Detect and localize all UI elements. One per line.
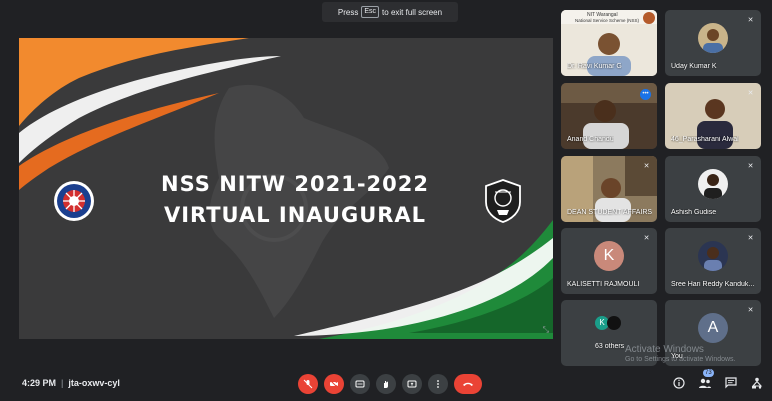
presentation-stage: NSS NITW 2021-2022 VIRTUAL INAUGURAL ⤡ xyxy=(19,38,553,339)
others-avatar-2 xyxy=(607,316,621,330)
muted-mic-icon: ✕ xyxy=(747,17,754,24)
esc-key: Esc xyxy=(361,6,380,18)
activities-icon xyxy=(751,377,763,389)
avatar: A xyxy=(698,312,728,343)
stage-corner-mark: ⤡ xyxy=(542,325,549,334)
camera-off-button[interactable] xyxy=(324,374,344,394)
mic-off-icon xyxy=(303,379,313,389)
participant-name: 63 others xyxy=(595,343,625,350)
meeting-time: 4:29 PM xyxy=(22,378,57,388)
participant-name: KALISETTI RAJMOULI xyxy=(567,281,640,288)
chat-icon xyxy=(725,377,737,389)
avatar xyxy=(698,168,728,199)
tile-header-subtext: National Service Scheme (NSS) xyxy=(575,18,640,23)
present-icon xyxy=(407,380,417,388)
participant-tile-presenter[interactable]: NIT Warangal National Service Scheme (NS… xyxy=(561,10,657,76)
fullscreen-hint: Press Esc to exit full screen xyxy=(322,2,458,22)
participant-name: Sree Hari Reddy Kanduk... xyxy=(671,281,755,288)
slide-title-line2: VIRTUAL INAUGURAL xyxy=(163,203,427,227)
muted-mic-icon: ✕ xyxy=(747,235,754,242)
slide-title: NSS NITW 2021-2022 VIRTUAL INAUGURAL xyxy=(123,170,467,232)
hint-post: to exit full screen xyxy=(382,7,443,17)
hand-icon xyxy=(384,381,388,388)
avatar-initial: K xyxy=(603,246,615,264)
leave-call-button[interactable] xyxy=(454,374,482,394)
participant-tile-uday[interactable]: ✕ Uday Kumar K xyxy=(665,10,761,76)
participant-name: Dr. Ravi Kumar G xyxy=(567,63,622,70)
participant-name: Anand Chandu xyxy=(567,136,614,143)
muted-mic-icon: ✕ xyxy=(747,307,754,314)
bottom-bar: 4:29 PM | jta-oxwv-cyl 73 xyxy=(0,368,772,401)
meeting-info: 4:29 PM | jta-oxwv-cyl xyxy=(22,378,120,388)
avatar xyxy=(698,22,728,53)
participant-name: Uday Kumar K xyxy=(671,63,717,70)
captions-icon xyxy=(355,380,365,388)
avatar: K xyxy=(594,240,624,271)
meeting-code: jta-oxwv-cyl xyxy=(68,378,120,388)
watermark-subtitle: Go to Settings to activate Windows. xyxy=(625,356,736,363)
present-button[interactable] xyxy=(402,374,422,394)
participant-name: DEAN STUDENT AFFAIRS xyxy=(567,209,653,216)
participant-tile-ashish[interactable]: ✕ Ashish Gudise xyxy=(665,156,761,222)
muted-mic-icon: ✕ xyxy=(643,235,650,242)
participant-tile-sreehari[interactable]: ✕ Sree Hari Reddy Kanduk... xyxy=(665,228,761,294)
avatar-initial: A xyxy=(707,318,719,336)
avatar xyxy=(698,240,728,271)
people-button[interactable]: 73 xyxy=(698,369,714,390)
hang-up-icon xyxy=(463,382,473,386)
speaking-icon: ••• xyxy=(640,89,651,100)
muted-mic-icon: ✕ xyxy=(747,90,754,97)
participant-tile-parasharani[interactable]: ✕ 46_Parasharani Alwal xyxy=(665,83,761,149)
muted-mic-icon: ✕ xyxy=(747,163,754,170)
participant-tile-anand[interactable]: ••• Anand Chandu xyxy=(561,83,657,149)
slide-title-line1: NSS NITW 2021-2022 xyxy=(161,172,429,196)
participant-name: 46_Parasharani Alwal xyxy=(671,136,739,143)
participant-name: Ashish Gudise xyxy=(671,209,717,216)
more-options-button[interactable] xyxy=(428,374,448,394)
activate-windows-watermark: Activate Windows Go to Settings to activ… xyxy=(625,344,736,363)
call-controls xyxy=(298,374,482,394)
activities-button[interactable] xyxy=(750,376,764,390)
nss-logo-icon xyxy=(54,181,94,221)
chat-button[interactable] xyxy=(724,376,738,390)
meeting-details-button[interactable] xyxy=(672,376,686,390)
participant-tile-kalisetti[interactable]: K ✕ KALISETTI RAJMOULI xyxy=(561,228,657,294)
nitw-logo-icon xyxy=(485,179,521,223)
side-controls: 73 xyxy=(672,369,764,390)
muted-mic-icon: ✕ xyxy=(643,163,650,170)
participant-tile-dean[interactable]: ✕ DEAN STUDENT AFFAIRS xyxy=(561,156,657,222)
people-count-badge: 73 xyxy=(703,369,714,377)
hint-pre: Press xyxy=(337,7,359,17)
people-icon xyxy=(699,378,711,388)
mic-off-button[interactable] xyxy=(298,374,318,394)
captions-button[interactable] xyxy=(350,374,370,394)
watermark-title: Activate Windows xyxy=(625,344,704,355)
info-icon xyxy=(673,377,685,389)
camera-off-icon xyxy=(329,379,339,389)
raise-hand-button[interactable] xyxy=(376,374,396,394)
more-vert-icon xyxy=(437,380,439,388)
